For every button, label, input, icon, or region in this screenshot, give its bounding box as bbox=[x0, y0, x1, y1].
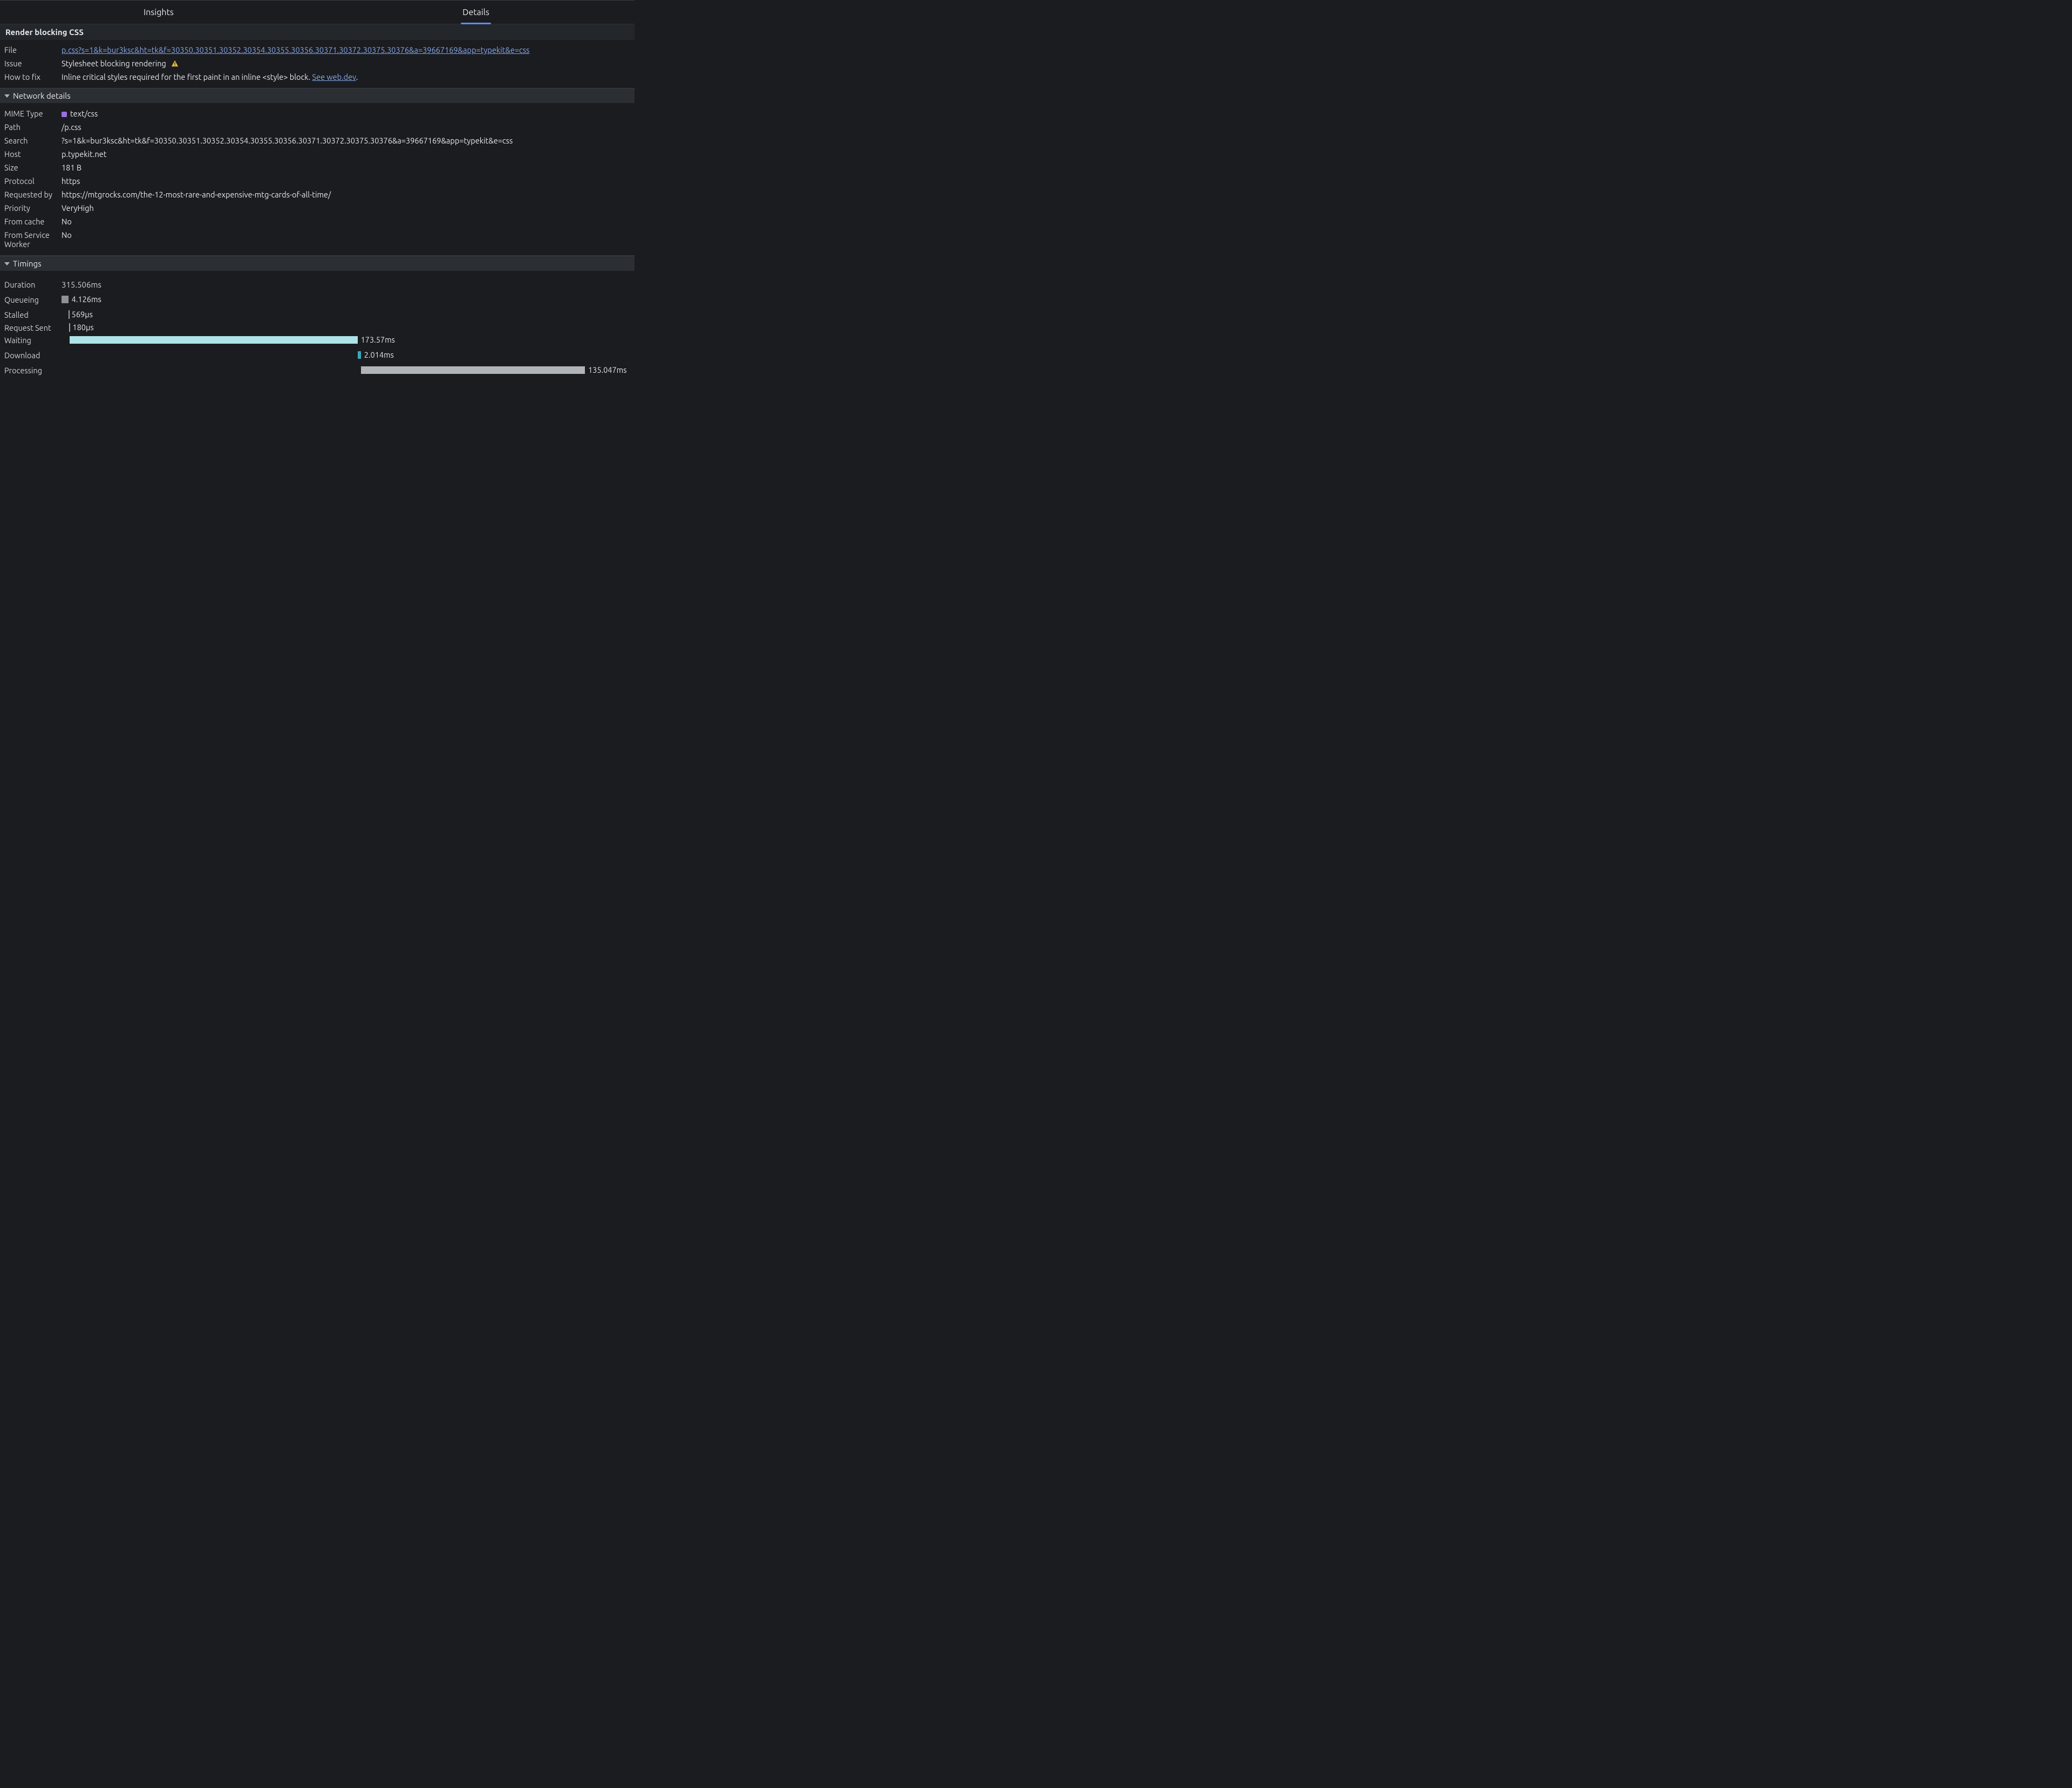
value-download: 2.014ms bbox=[364, 350, 394, 359]
label-mime: MIME Type bbox=[4, 109, 58, 118]
label-from-sw: From Service Worker bbox=[4, 230, 58, 249]
timing-row-stalled: Stalled 569µs bbox=[4, 307, 630, 322]
label-path: Path bbox=[4, 122, 58, 132]
audit-title: Render blocking CSS bbox=[0, 24, 635, 40]
fix-text-pre: Inline critical styles required for the … bbox=[62, 72, 312, 81]
label-search: Search bbox=[4, 136, 58, 145]
value-stalled: 569µs bbox=[72, 310, 93, 319]
value-mime: text/css bbox=[62, 109, 630, 118]
tab-strip: Insights Details bbox=[0, 1, 635, 24]
label-from-cache: From cache bbox=[4, 217, 58, 226]
value-requested-by: https://mtgrocks.com/the-12-most-rare-an… bbox=[62, 190, 630, 199]
label-priority: Priority bbox=[4, 203, 58, 213]
timing-bar-queueing: 4.126ms bbox=[62, 295, 585, 304]
file-link[interactable]: p.css?s=1&k=bur3ksc&ht=tk&f=30350.30351.… bbox=[62, 45, 529, 54]
timing-row-queueing: Queueing 4.126ms bbox=[4, 292, 630, 307]
mime-color-swatch bbox=[62, 112, 67, 117]
section-network-label: Network details bbox=[13, 91, 71, 100]
timing-row-request-sent: Request Sent 180µs bbox=[4, 322, 630, 332]
value-search: ?s=1&k=bur3ksc&ht=tk&f=30350.30351.30352… bbox=[62, 136, 630, 145]
timing-row-download: Download 2.014ms bbox=[4, 347, 630, 363]
value-from-sw: No bbox=[62, 230, 630, 249]
timing-row-processing: Processing 135.047ms bbox=[4, 363, 630, 378]
value-issue: Stylesheet blocking rendering bbox=[62, 59, 630, 68]
timing-bar-waiting: 173.57ms bbox=[62, 336, 585, 344]
label-size: Size bbox=[4, 163, 58, 172]
value-duration: 315.506ms bbox=[62, 280, 630, 289]
label-duration: Duration bbox=[4, 280, 58, 289]
label-request-sent: Request Sent bbox=[4, 323, 58, 332]
network-block: MIME Type text/css Path /p.css Search ?s… bbox=[0, 104, 635, 255]
value-queueing: 4.126ms bbox=[72, 295, 101, 304]
value-howtofix: Inline critical styles required for the … bbox=[62, 72, 630, 81]
section-timings[interactable]: Timings bbox=[0, 256, 635, 271]
timing-row-duration: Duration 315.506ms bbox=[4, 277, 630, 292]
tab-insights[interactable]: Insights bbox=[0, 1, 317, 24]
value-protocol: https bbox=[62, 176, 630, 186]
label-waiting: Waiting bbox=[4, 336, 58, 345]
label-requested-by: Requested by bbox=[4, 190, 58, 199]
label-file: File bbox=[4, 45, 58, 54]
timing-bar-request-sent: 180µs bbox=[62, 323, 585, 332]
fix-text-post: . bbox=[356, 72, 358, 81]
label-protocol: Protocol bbox=[4, 176, 58, 186]
label-queueing: Queueing bbox=[4, 295, 58, 304]
timings-block: Duration 315.506ms Queueing 4.126ms Stal… bbox=[0, 271, 635, 399]
section-network-details[interactable]: Network details bbox=[0, 88, 635, 104]
fix-link[interactable]: See web.dev bbox=[312, 72, 356, 81]
value-priority: VeryHigh bbox=[62, 203, 630, 213]
timing-row-waiting: Waiting 173.57ms bbox=[4, 332, 630, 347]
label-download: Download bbox=[4, 351, 58, 360]
label-processing: Processing bbox=[4, 366, 58, 375]
value-size: 181 B bbox=[62, 163, 630, 172]
issue-text: Stylesheet blocking rendering bbox=[62, 59, 166, 68]
label-host: Host bbox=[4, 149, 58, 159]
label-issue: Issue bbox=[4, 59, 58, 68]
value-from-cache: No bbox=[62, 217, 630, 226]
value-processing: 135.047ms bbox=[588, 365, 626, 374]
value-file: p.css?s=1&k=bur3ksc&ht=tk&f=30350.30351.… bbox=[62, 45, 630, 54]
mime-text: text/css bbox=[70, 109, 98, 118]
warning-icon bbox=[171, 60, 179, 67]
tab-details[interactable]: Details bbox=[317, 1, 635, 24]
timing-bar-download: 2.014ms bbox=[62, 351, 585, 359]
value-host: p.typekit.net bbox=[62, 149, 630, 159]
value-waiting: 173.57ms bbox=[361, 335, 395, 344]
timing-bar-processing: 135.047ms bbox=[62, 366, 585, 374]
section-timings-label: Timings bbox=[13, 259, 42, 268]
label-stalled: Stalled bbox=[4, 310, 58, 319]
value-path: /p.css bbox=[62, 122, 630, 132]
performance-details-panel: Insights Details Render blocking CSS Fil… bbox=[0, 0, 635, 399]
label-howtofix: How to fix bbox=[4, 72, 58, 81]
chevron-down-icon bbox=[4, 94, 10, 98]
summary-block: File p.css?s=1&k=bur3ksc&ht=tk&f=30350.3… bbox=[0, 40, 635, 88]
timing-bar-stalled: 569µs bbox=[62, 310, 585, 319]
value-request-sent: 180µs bbox=[72, 323, 93, 332]
chevron-down-icon bbox=[4, 262, 10, 265]
